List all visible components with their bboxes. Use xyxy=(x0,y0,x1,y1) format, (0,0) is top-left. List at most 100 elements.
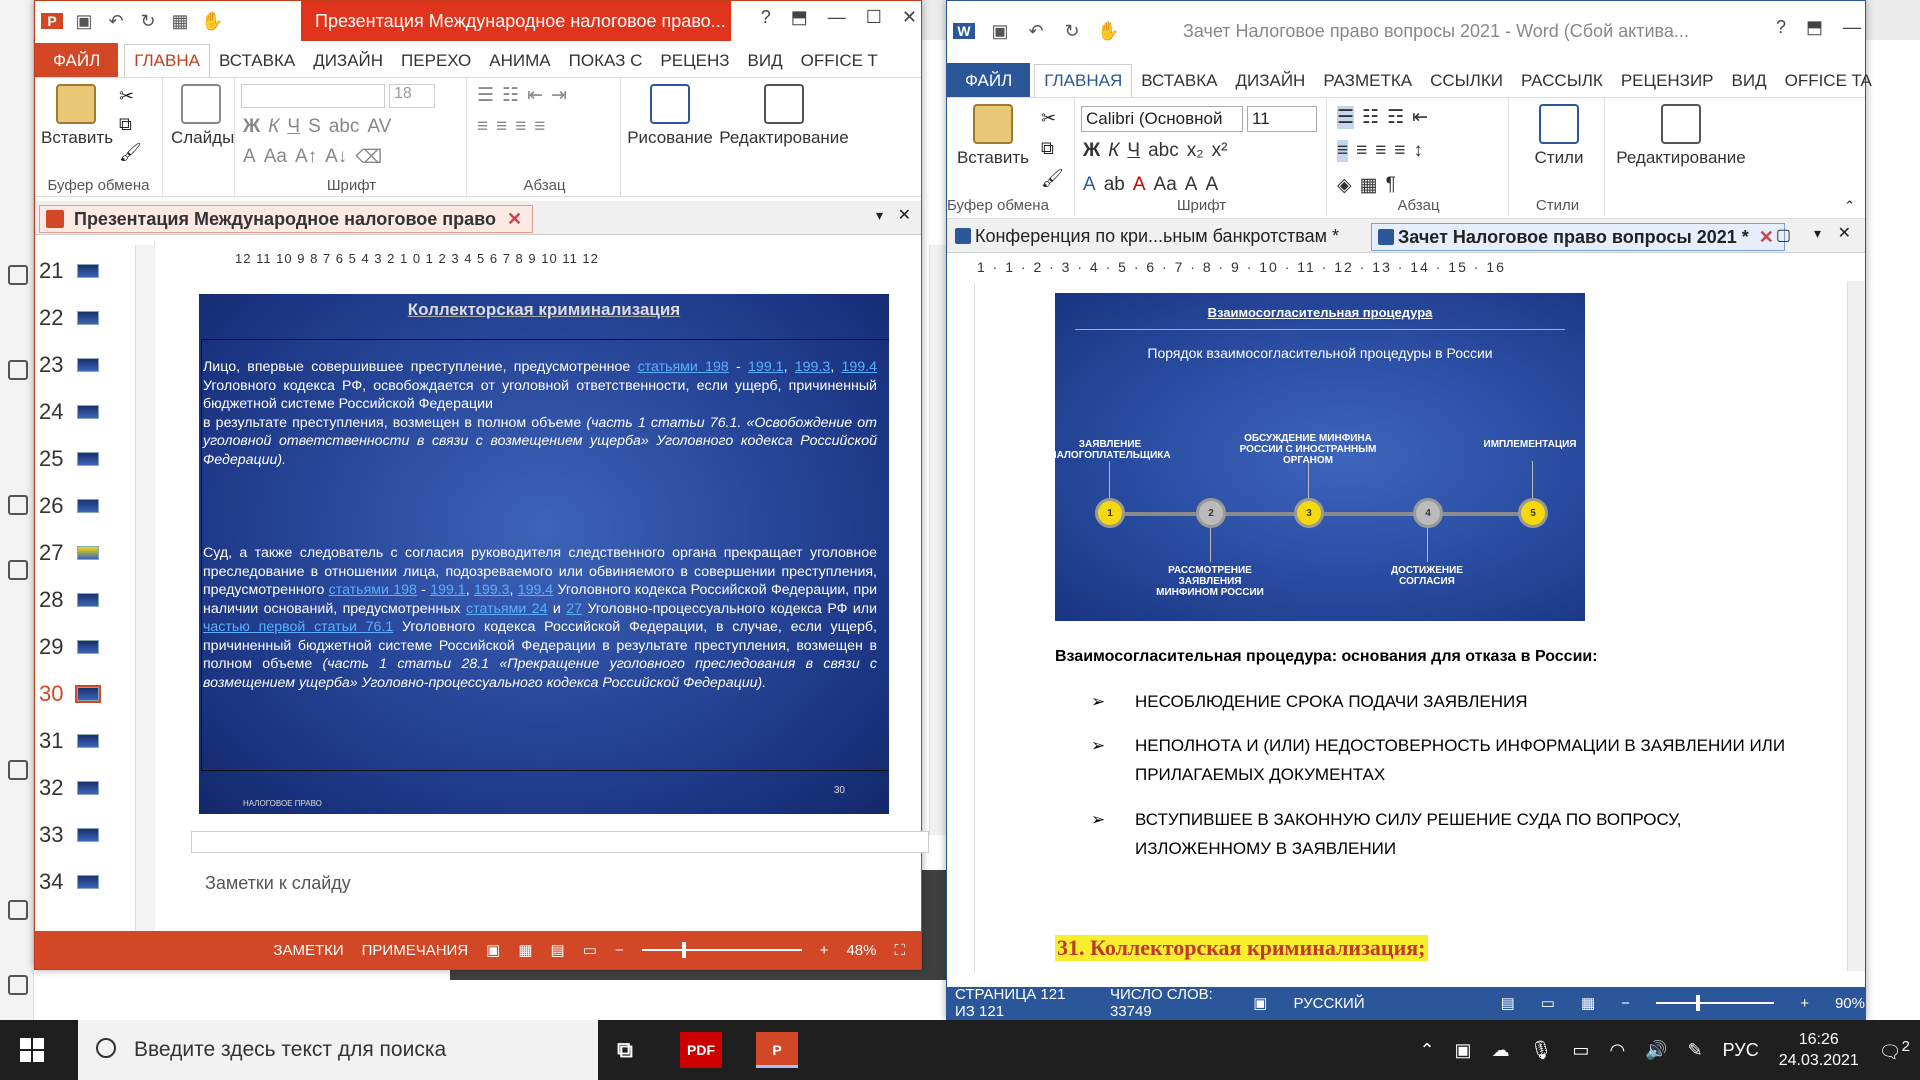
law-link[interactable]: 27 xyxy=(566,601,582,617)
align-right-icon[interactable]: ≡ xyxy=(1375,140,1386,162)
bullet-item[interactable]: ➢ ВСТУПИВШЕЕ В ЗАКОННУЮ СИЛУ РЕШЕНИЕ СУДА… xyxy=(1091,805,1811,863)
web-layout-icon[interactable]: ▦ xyxy=(1581,994,1595,1012)
minimize-button[interactable]: — xyxy=(828,7,846,28)
tab-mailings[interactable]: РАССЫЛК xyxy=(1512,65,1612,97)
grow-font-icon[interactable]: A xyxy=(1185,174,1198,196)
tab-references[interactable]: ССЫЛКИ xyxy=(1421,65,1512,97)
collapse-ribbon-icon[interactable]: ⌃ xyxy=(1844,198,1855,214)
tab-animations[interactable]: АНИМА xyxy=(480,45,559,77)
thumbnail-item[interactable]: 34 xyxy=(39,868,139,896)
align-center-icon[interactable]: ≡ xyxy=(1356,140,1367,162)
thumbnail-item[interactable]: 25 xyxy=(39,445,139,473)
indent-icon[interactable]: ⇤ xyxy=(1412,106,1428,129)
law-link[interactable]: 199.3 xyxy=(795,359,831,375)
thumbnail-item[interactable]: 21 xyxy=(39,257,139,285)
thumbnail-item-selected[interactable]: 30 xyxy=(39,680,139,708)
doc-tab-active[interactable]: Зачет Налоговое право вопросы 2021 * ✕ xyxy=(1371,223,1785,251)
paste-button[interactable]: Вставить xyxy=(953,104,1033,168)
tab-transitions[interactable]: ПЕРЕХО xyxy=(392,45,480,77)
tab-review[interactable]: РЕЦЕНЗИР xyxy=(1612,65,1723,97)
format-painter-icon[interactable]: 🖌 xyxy=(119,142,142,163)
tab-home[interactable]: ГЛАВНА xyxy=(124,44,210,77)
slide-canvas[interactable]: Коллекторская криминализация Лицо, вперв… xyxy=(199,294,889,814)
input-language[interactable]: РУС xyxy=(1723,1040,1759,1061)
pen-icon[interactable]: ✎ xyxy=(1688,1040,1703,1061)
bullet-item[interactable]: ➢ НЕСОБЛЮДЕНИЕ СРОКА ПОДАЧИ ЗАЯВЛЕНИЯ xyxy=(1091,687,1811,716)
editing-button[interactable]: Редактирование xyxy=(1611,104,1751,168)
italic-icon[interactable]: К xyxy=(1108,140,1119,162)
law-link[interactable]: 199.1 xyxy=(748,359,784,375)
new-tab-icon[interactable]: ▢ xyxy=(1776,225,1791,245)
slide-title[interactable]: Коллекторская криминализация xyxy=(199,300,889,320)
copy-icon[interactable]: ⧉ xyxy=(1041,138,1054,159)
outdent-icon[interactable]: ⇥ xyxy=(551,84,567,107)
close-doc-icon[interactable]: ✕ xyxy=(898,205,911,225)
undo-icon[interactable]: ↶ xyxy=(1025,21,1047,42)
tab-insert[interactable]: ВСТАВКА xyxy=(1132,65,1226,97)
question-heading[interactable]: 31. Коллекторская криминализация; xyxy=(1055,935,1428,961)
slide-horizontal-scrollbar[interactable] xyxy=(191,831,929,853)
shadow-icon[interactable]: S xyxy=(308,116,321,138)
law-link[interactable]: 199.4 xyxy=(842,359,878,375)
zoom-level[interactable]: 90% xyxy=(1835,995,1865,1012)
powerpoint-taskbar-icon[interactable]: P xyxy=(756,1032,798,1068)
proofing-icon[interactable]: ▣ xyxy=(1253,994,1267,1012)
tab-list-dropdown-icon[interactable]: ▾ xyxy=(876,207,883,224)
spacing-icon[interactable]: AV xyxy=(367,116,391,138)
close-doc-icon[interactable]: ✕ xyxy=(1838,223,1851,243)
format-painter-icon[interactable]: 🖌 xyxy=(1041,168,1064,189)
thumbnail-item[interactable]: 27 xyxy=(39,539,139,567)
law-link[interactable]: статьями 198 xyxy=(329,582,417,598)
thumbnail-item[interactable]: 26 xyxy=(39,492,139,520)
tab-slideshow[interactable]: ПОКАЗ С xyxy=(560,45,652,77)
tab-insert[interactable]: ВСТАВКА xyxy=(210,45,304,77)
cut-icon[interactable]: ✂ xyxy=(119,86,134,107)
law-link[interactable]: частью первой статьи 76.1 xyxy=(203,619,393,635)
bullets-icon[interactable]: ☰ xyxy=(477,84,494,107)
comments-toggle[interactable]: ПРИМЕЧАНИЯ xyxy=(362,942,469,959)
close-tab-icon[interactable]: ✕ xyxy=(1759,227,1774,247)
taskbar-clock[interactable]: 16:26 24.03.2021 xyxy=(1779,1029,1859,1071)
shading-icon[interactable]: ◈ xyxy=(1337,174,1352,197)
reading-view-icon[interactable]: ▤ xyxy=(551,941,565,959)
tab-review[interactable]: РЕЦЕНЗ xyxy=(651,45,738,77)
line-spacing-icon[interactable]: ↕ xyxy=(1413,140,1423,162)
help-button[interactable]: ? xyxy=(761,7,771,28)
multilevel-icon[interactable]: ☶ xyxy=(1387,106,1404,129)
present-icon[interactable]: ▦ xyxy=(169,11,191,32)
thumbnail-item[interactable]: 22 xyxy=(39,304,139,332)
cut-icon[interactable]: ✂ xyxy=(1041,108,1056,129)
zoom-out-icon[interactable]: − xyxy=(1621,995,1630,1012)
wifi-icon[interactable]: ◠ xyxy=(1609,1040,1625,1061)
slide-vertical-scrollbar[interactable] xyxy=(929,245,947,835)
bg-icon-4[interactable] xyxy=(8,560,28,580)
strikethrough-icon[interactable]: abc xyxy=(329,116,360,138)
bg-icon-5[interactable] xyxy=(8,760,28,780)
tab-design[interactable]: ДИЗАЙН xyxy=(1226,65,1314,97)
slide-paragraph-1[interactable]: Лицо, впервые совершившее преступление, … xyxy=(203,358,877,469)
zoom-in-icon[interactable]: + xyxy=(1800,995,1809,1012)
tab-office-tab[interactable]: OFFICE T xyxy=(792,45,887,77)
sorter-view-icon[interactable]: ▦ xyxy=(518,941,532,959)
justify-icon[interactable]: ≡ xyxy=(534,116,545,138)
align-center-icon[interactable]: ≡ xyxy=(496,116,507,138)
microphone-icon[interactable]: 🎙 xyxy=(1530,1040,1553,1061)
zoom-level[interactable]: 48% xyxy=(846,942,876,959)
section-subheading[interactable]: Взаимосогласительная процедура: основани… xyxy=(1055,648,1598,666)
fit-to-window-icon[interactable]: ⛶ xyxy=(894,942,905,959)
numbering-icon[interactable]: ☷ xyxy=(1362,106,1379,129)
page-counter[interactable]: СТРАНИЦА 121 ИЗ 121 xyxy=(955,986,1084,1020)
thumbnail-item[interactable]: 29 xyxy=(39,633,139,661)
redo-icon[interactable]: ↻ xyxy=(1061,21,1083,42)
law-link[interactable]: 199.1 xyxy=(430,582,466,598)
bg-icon-2[interactable] xyxy=(8,360,28,380)
indent-icon[interactable]: ⇤ xyxy=(527,84,543,107)
word-count[interactable]: ЧИСЛО СЛОВ: 33749 xyxy=(1110,986,1227,1020)
document-scrollbar[interactable] xyxy=(1847,281,1865,971)
change-case-icon[interactable]: Aa xyxy=(1154,174,1177,196)
tab-layout[interactable]: РАЗМЕТКА xyxy=(1314,65,1421,97)
save-icon[interactable]: ▣ xyxy=(73,11,95,32)
law-link[interactable]: 199.3 xyxy=(474,582,510,598)
help-button[interactable]: ? xyxy=(1776,17,1786,38)
tab-home[interactable]: ГЛАВНАЯ xyxy=(1034,64,1133,97)
